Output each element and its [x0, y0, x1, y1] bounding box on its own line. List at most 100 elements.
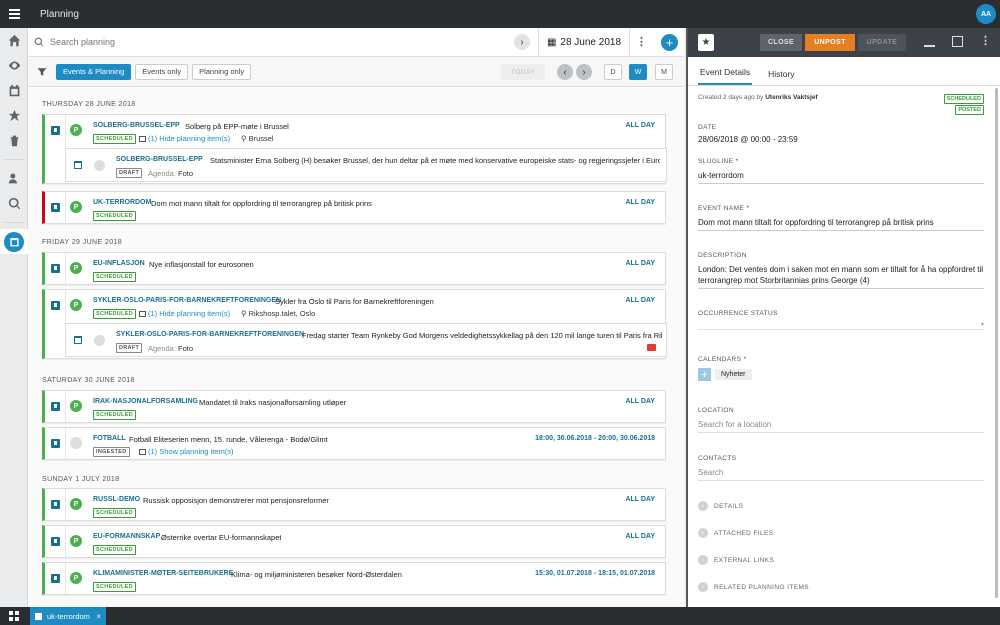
event-card[interactable]: P IRAK-NASJONALFORSAMLING Mandatet til I… [42, 390, 666, 424]
event-name-field[interactable]: Dom mot mann tiltalt for oppfordring til… [698, 217, 984, 231]
event-name: Nye inflasjonstall for eurosonen [149, 260, 254, 269]
filter-icon[interactable] [28, 67, 56, 77]
view-week-button[interactable]: W [629, 64, 647, 80]
search-icon[interactable] [0, 191, 28, 216]
star-icon[interactable]: ★ [698, 34, 714, 51]
event-row: P UK-TERRORDOM Dom mot mann tiltalt for … [45, 192, 665, 225]
status-badge: DRAFT [116, 343, 143, 353]
toggle-planning-link[interactable]: (1) Show planning item(s) [139, 447, 233, 456]
menu-icon[interactable] [0, 0, 28, 28]
day-header: THURSDAY 28 JUNE 2018 [42, 101, 136, 108]
row-divider [65, 489, 66, 522]
more-options-icon[interactable]: ⋮ [636, 35, 647, 48]
date-picker[interactable]: ▦ 28 June 2018 [538, 28, 630, 57]
occurrence-status-label: OCCURRENCE STATUS [698, 310, 778, 317]
events-list: THURSDAY 28 JUNE 2018 P SOLBERG-BRUSSEL-… [28, 88, 684, 607]
planning-slug: SYKLER-OSLO-PARIS-FOR-BARNEKREFTFORENING… [116, 331, 305, 338]
top-bar: Planning AA [0, 0, 1000, 28]
close-button[interactable]: CLOSE [760, 34, 802, 51]
eye-icon[interactable] [0, 53, 28, 78]
toggle-planning-link[interactable]: (1) Hide planning item(s) [139, 309, 230, 318]
calendar-check-icon[interactable] [0, 78, 28, 103]
event-row: P RUSSL-DEMO Russisk opposisjon demonstr… [45, 489, 665, 522]
open-external-icon[interactable] [952, 36, 963, 47]
event-location: ⚲ Rikshosp.talet, Oslo [241, 309, 316, 318]
avatar[interactable]: AA [976, 4, 996, 24]
tab-history[interactable]: History [766, 69, 796, 85]
location-label: LOCATION [698, 407, 734, 414]
event-name: Russisk opposisjon demonstrerer mot pens… [143, 496, 329, 505]
slugline-field[interactable]: uk-terrordom [698, 170, 984, 184]
planning-description: Statsminister Erna Solberg (H) besøker B… [210, 156, 660, 165]
close-icon[interactable]: × [96, 612, 101, 621]
event-card[interactable]: P SOLBERG-BRUSSEL-EPP Solberg på EPP-møt… [42, 114, 667, 184]
chevron-right-icon: › [698, 582, 708, 592]
apps-grid-icon[interactable] [9, 611, 19, 621]
event-card[interactable]: FOTBALL Fotball Eliteserien menn, 15. ru… [42, 427, 666, 461]
toggle-planning-link[interactable]: (1) Hide planning item(s) [139, 134, 230, 143]
event-card[interactable]: P KLIMAMINISTER-MØTER-SEITEBRUKERE Klima… [42, 562, 666, 596]
event-card[interactable]: P EU-FORMANNSKAP Østerrike overtar EU-fo… [42, 525, 666, 559]
nav-divider [4, 222, 23, 223]
planning-item[interactable]: SYKLER-OSLO-PARIS-FOR-BARNEKREFTFORENING… [65, 323, 667, 357]
event-card[interactable]: P UK-TERRORDOM Dom mot mann tiltalt for … [42, 191, 666, 225]
chevron-right-icon: › [698, 555, 708, 565]
view-day-button[interactable]: D [604, 64, 622, 80]
event-name: Solberg på EPP-møte i Brussel [185, 122, 289, 131]
event-row: P EU-INFLASJON Nye inflasjonstall for eu… [45, 253, 665, 286]
description-field[interactable]: London: Det ventes dom i saken mot en ma… [698, 264, 984, 289]
open-item-tab[interactable]: uk-terrordom × [30, 607, 106, 625]
filter-planning-only[interactable]: Planning only [192, 63, 252, 80]
created-info: Created 2 days ago by Utenriks Vaktsjef [698, 94, 818, 101]
event-details-panel: ★ CLOSE UNPOST UPDATE ⋮ Event Details Hi… [686, 28, 1000, 607]
planning-item[interactable]: SOLBERG-BRUSSEL-EPP Statsminister Erna S… [65, 148, 667, 182]
search-submit-button[interactable]: › [514, 34, 530, 50]
today-button[interactable]: TODAY [501, 64, 545, 80]
posted-icon: P [70, 299, 82, 311]
calendar-tag[interactable]: Nyheter [715, 369, 752, 380]
event-time: 15:30, 01.07.2018 - 18:15, 01.07.2018 [535, 570, 655, 577]
tab-event-details[interactable]: Event Details [698, 67, 753, 85]
update-button[interactable]: UPDATE [858, 34, 906, 51]
prev-week-button[interactable]: ‹ [557, 64, 573, 80]
unpost-button[interactable]: UNPOST [805, 34, 855, 51]
planning-agenda: Agenda: Foto [148, 344, 194, 353]
add-button[interactable]: + [661, 34, 678, 51]
event-card[interactable]: P EU-INFLASJON Nye inflasjonstall for eu… [42, 252, 666, 286]
bottom-bar: uk-terrordom × [0, 607, 1000, 625]
user-search-icon[interactable] [0, 166, 28, 191]
details-section-toggle[interactable]: › DETAILS [698, 501, 743, 511]
event-time: ALL DAY [625, 260, 655, 267]
trash-icon[interactable] [0, 128, 28, 153]
status-badge: DRAFT [116, 168, 143, 178]
event-card[interactable]: P RUSSL-DEMO Russisk opposisjon demonstr… [42, 488, 666, 522]
external-links-section-toggle[interactable]: › EXTERNAL LINKS [698, 555, 774, 565]
view-month-button[interactable]: M [655, 64, 673, 80]
scrollbar[interactable] [995, 88, 998, 598]
more-options-icon[interactable]: ⋮ [980, 34, 991, 47]
minimize-icon[interactable] [924, 36, 935, 47]
panel-tabs: Event Details History [688, 57, 1000, 86]
star-icon[interactable] [0, 103, 28, 128]
event-card[interactable]: P SYKLER-OSLO-PARIS-FOR-BARNEKREFTFORENI… [42, 289, 667, 359]
filter-events-planning[interactable]: Events & Planning [56, 63, 132, 80]
posted-icon: P [70, 201, 82, 213]
search-icon [28, 37, 50, 47]
attached-files-section-toggle[interactable]: › ATTACHED FILES [698, 528, 774, 538]
location-input[interactable]: Search for a location [698, 419, 984, 433]
home-icon[interactable] [0, 28, 28, 53]
related-planning-section-toggle[interactable]: › RELATED PLANNING ITEMS [698, 582, 809, 592]
add-calendar-button[interactable]: + [698, 368, 711, 381]
occurrence-status-select[interactable]: ▾ [698, 320, 984, 330]
next-week-button[interactable]: › [576, 64, 592, 80]
camera-icon [647, 344, 656, 351]
open-item-label: uk-terrordom [47, 611, 90, 621]
contacts-input[interactable]: Search [698, 467, 984, 481]
event-time: ALL DAY [625, 496, 655, 503]
event-icon [51, 264, 60, 273]
search-input[interactable] [50, 37, 490, 47]
posted-icon: P [70, 535, 82, 547]
filter-events-only[interactable]: Events only [135, 63, 189, 80]
filter-bar: Events & Planning Events only Planning o… [28, 57, 684, 87]
planning-icon[interactable] [0, 229, 28, 254]
